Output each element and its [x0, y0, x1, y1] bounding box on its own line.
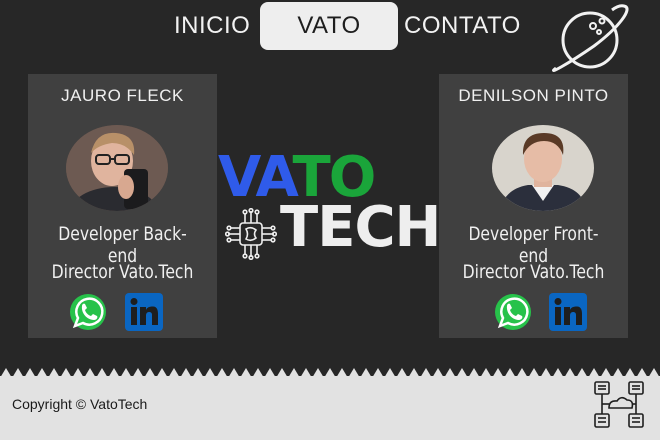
whatsapp-icon[interactable]: [69, 293, 107, 331]
nav-item-vato[interactable]: VATO: [260, 2, 398, 50]
logo-tech: TECH: [280, 195, 441, 260]
network-icon: [594, 381, 644, 428]
card-title: Director Vato.Tech: [462, 261, 605, 283]
chip-icon: [225, 208, 277, 260]
card-name: JAURO FLECK: [61, 86, 184, 105]
card-name: DENILSON PINTO: [458, 86, 609, 105]
linkedin-icon[interactable]: [549, 293, 587, 331]
nav-item-inicio[interactable]: INICIO: [174, 12, 250, 40]
profile-card-jauro: JAURO FLECK Developer Back-end Director …: [28, 74, 217, 338]
nav-item-contato[interactable]: CONTATO: [404, 12, 521, 40]
linkedin-icon[interactable]: [125, 293, 163, 331]
whatsapp-icon[interactable]: [494, 293, 532, 331]
avatar: [66, 125, 168, 211]
card-title: Director Vato.Tech: [51, 261, 194, 283]
copyright-text: Copyright © VatoTech: [12, 396, 148, 412]
footer: Copyright © VatoTech: [0, 376, 660, 440]
avatar: [492, 125, 594, 211]
planet-icon: [552, 4, 629, 73]
profile-card-denilson: DENILSON PINTO Developer Front-end Direc…: [439, 74, 628, 338]
